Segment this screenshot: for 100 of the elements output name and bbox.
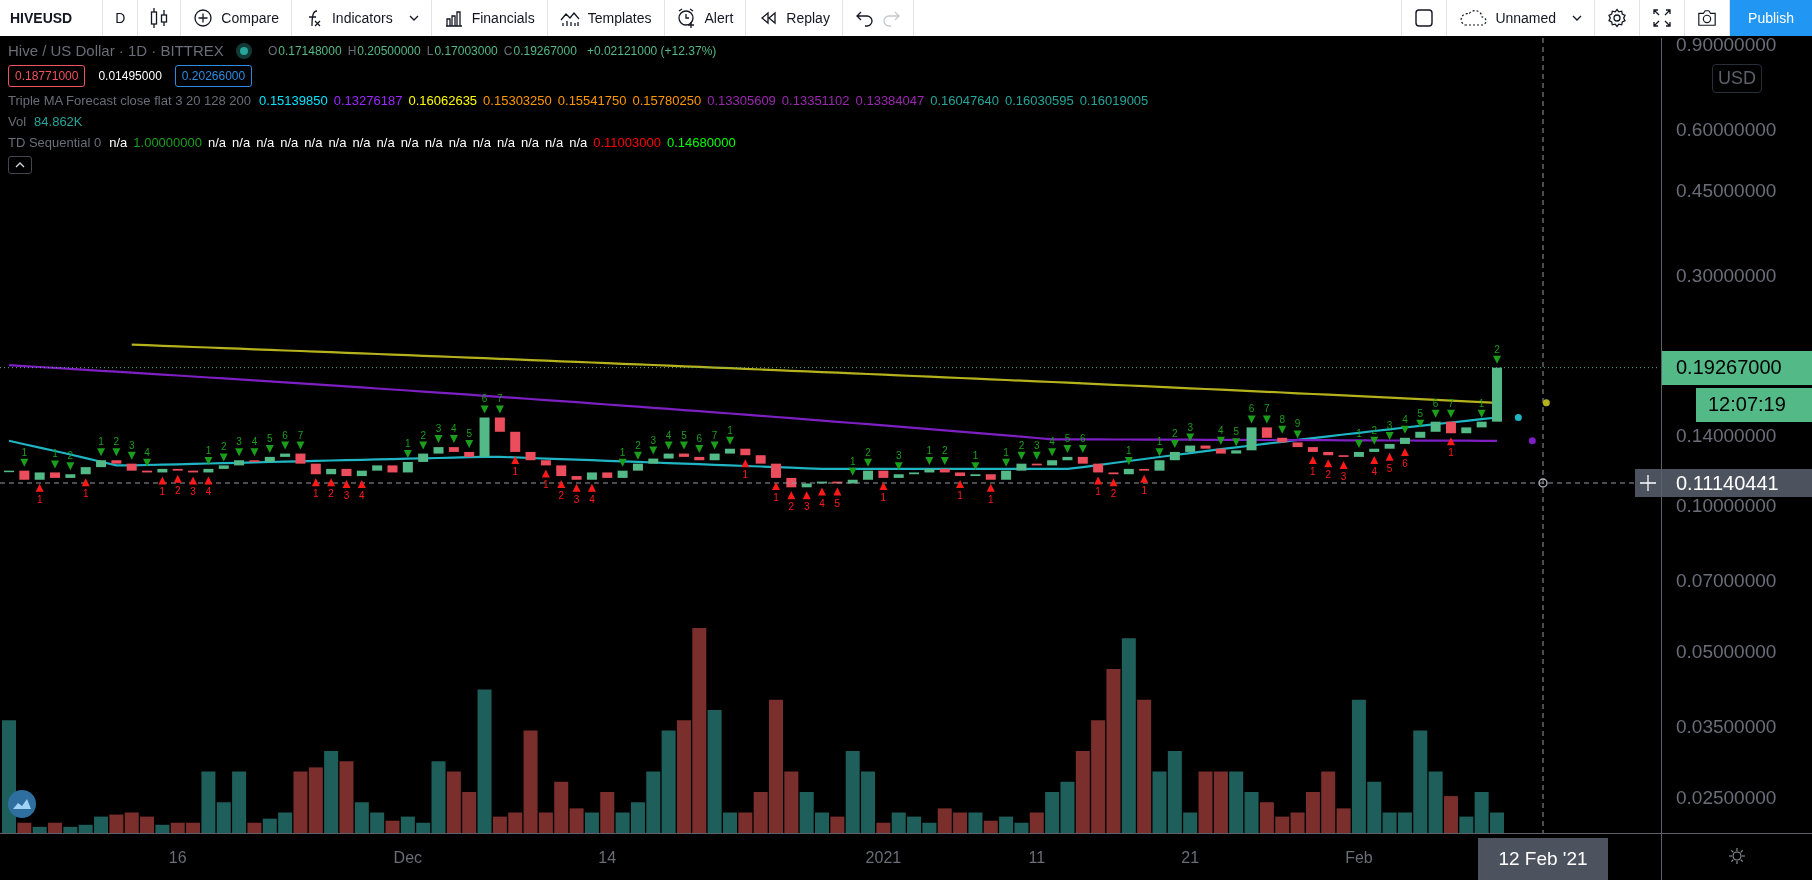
td-count-label: 3 [236, 436, 242, 448]
toolbar-button[interactable]: Templates [559, 8, 652, 28]
td-count-label: 1 [1003, 446, 1009, 458]
td-count-label: 9 [1294, 418, 1301, 430]
price-axis-label: 0.02500000 [1676, 786, 1777, 808]
td-count-label: 3 [343, 490, 350, 502]
toolbar-button[interactable]: Alert [676, 8, 734, 28]
toolbar-button[interactable]: Compare [193, 8, 279, 28]
td-count-label: 3 [435, 423, 442, 435]
td-count-label: 4 [359, 490, 365, 502]
td-count-label: 3 [1386, 419, 1393, 431]
time-axis-label: 21 [1181, 849, 1200, 866]
price-axis-label: 0.90000000 [1676, 38, 1777, 55]
indicator-value: 0.13384047 [855, 93, 925, 108]
td-count-label: 1 [21, 446, 28, 458]
indicator-value: n/a [448, 135, 467, 150]
indicator-value: n/a [424, 135, 443, 150]
td-count-label: 2 [328, 488, 334, 500]
indicator-value: n/a [256, 135, 275, 150]
symbol-title: Hive / US Dollar · 1D · BITTREX [8, 42, 224, 59]
td-count-label: 2 [1371, 424, 1378, 436]
td-count-label: 1 [727, 424, 733, 436]
crosshair-time-label: 12 Feb '21 [1478, 838, 1608, 880]
indicator-value: n/a [521, 135, 540, 150]
td-count-label: 1 [880, 491, 887, 503]
td-count-label: 1 [1156, 436, 1163, 448]
td-count-label: 8 [1279, 413, 1285, 425]
td-count-label: 3 [573, 493, 580, 505]
indicator-name: Triple MA Forecast close flat 3 20 128 200 [8, 93, 252, 108]
td-count-label: 2 [67, 450, 74, 462]
indicator-value: 0.15303250 [483, 93, 552, 108]
indicator-value: n/a [328, 135, 347, 150]
td-count-label: 3 [803, 501, 810, 513]
price-axis-label: 0.60000000 [1676, 119, 1777, 141]
td-count-label: 2 [420, 429, 426, 441]
td-count-label: 1 [773, 491, 779, 503]
td-count-label: 2 [1325, 469, 1331, 481]
td-count-label: 6 [282, 429, 288, 441]
time-axis-label: 2021 [865, 849, 902, 866]
td-count-label: 1 [849, 455, 856, 467]
td-count-label: 5 [1417, 407, 1424, 419]
time-axis-label: Feb [1345, 849, 1373, 866]
quote-price: 0.01495000 [97, 68, 163, 85]
indicator-value: 0.14680000 [666, 135, 736, 150]
indicator-name: Vol [8, 114, 27, 129]
td-count-label: 2 [113, 436, 120, 448]
td-count-label: 1 [988, 493, 994, 505]
td-count-label: 1 [512, 465, 518, 477]
toolbar-button[interactable]: Indicators [303, 8, 393, 28]
indicator-value: n/a [376, 135, 395, 150]
td-count-label: 3 [1187, 421, 1193, 433]
td-count-label: 2 [221, 441, 227, 453]
indicator-value: 0.11003000 [593, 135, 661, 150]
td-count-label: 3 [1340, 470, 1347, 482]
td-count-label: 5 [681, 429, 687, 441]
indicator-value: 0.15541750 [557, 93, 627, 108]
td-count-label: 3 [190, 486, 196, 498]
indicator-value: n/a [232, 135, 251, 150]
td-count-label: 1 [972, 450, 979, 462]
price-axis-label: 0.07000000 [1676, 570, 1777, 592]
indicator-value: 0.13351102 [781, 93, 850, 108]
ohlc-value: 0.20500000 [357, 43, 421, 58]
td-count-label: 1 [1095, 486, 1101, 498]
time-axis-label: 14 [598, 849, 617, 866]
td-count-label: 2 [635, 439, 641, 451]
td-count-label: 2 [788, 501, 795, 513]
ohlc-label: L [426, 43, 434, 58]
time-axis-label: 11 [1028, 849, 1046, 866]
td-count-label: 6 [1248, 403, 1255, 415]
symbol-button[interactable]: HIVEUSD [0, 0, 104, 36]
td-count-label: 5 [1064, 432, 1071, 444]
toolbar-button[interactable]: Financials [443, 8, 535, 28]
td-count-label: 1 [313, 488, 319, 500]
td-count-label: 2 [1110, 488, 1117, 500]
indicator-value: 0.15780250 [632, 93, 702, 108]
td-count-label: 5 [267, 432, 273, 444]
td-count-label: 4 [819, 497, 825, 509]
td-count-label: 7 [711, 429, 718, 441]
td-count-label: 1 [543, 479, 549, 491]
td-count-label: 6 [696, 432, 703, 444]
td-count-label: 4 [1371, 465, 1378, 477]
td-count-label: 1 [1356, 427, 1362, 439]
indicator-value: 0.13276187 [333, 93, 403, 108]
td-count-label: 1 [957, 490, 963, 502]
td-count-label: 5 [1386, 462, 1393, 474]
td-count-label: 1 [52, 448, 58, 460]
td-count-label: 2 [1018, 439, 1025, 451]
time-axis-label: Dec [393, 849, 423, 866]
td-count-label: 7 [497, 393, 503, 405]
td-count-label: 6 [481, 393, 488, 405]
layout-button[interactable]: Unnamed [1459, 8, 1557, 28]
indicator-value: n/a [304, 135, 323, 150]
last-price-label: 0.19267000 [1662, 350, 1812, 385]
td-count-label: 3 [1034, 439, 1040, 451]
ohlc-label: O [267, 43, 278, 58]
interval-button[interactable]: D [103, 0, 139, 36]
td-count-label: 7 [1264, 403, 1270, 415]
price-axis-label: 0.30000000 [1676, 264, 1777, 286]
indicator-value: n/a [352, 135, 371, 150]
toolbar-button[interactable]: Replay [758, 8, 830, 28]
